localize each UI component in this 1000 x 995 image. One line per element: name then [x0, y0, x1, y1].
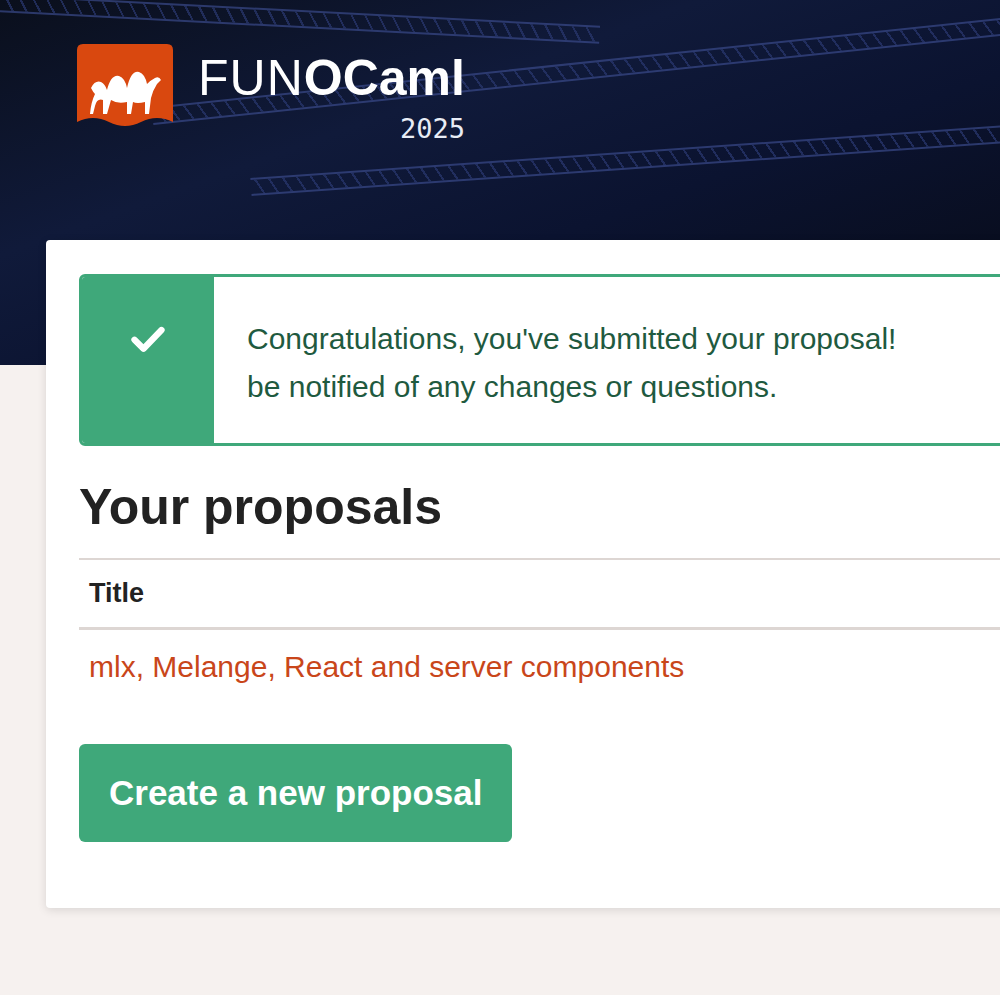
header: FUNOCaml 2025: [0, 0, 1000, 162]
page: FUNOCaml 2025 Congratulations, you've subm…: [0, 0, 1000, 995]
brand-title: FUNOCaml: [198, 50, 465, 106]
brand-prefix: FUN: [198, 50, 304, 106]
create-proposal-button[interactable]: Create a new proposal: [79, 744, 512, 842]
camel-logo-icon[interactable]: [77, 44, 173, 128]
check-icon: [130, 321, 166, 357]
table-row: mlx, Melange, React and server component…: [79, 629, 1000, 705]
brand: FUNOCaml 2025: [198, 44, 465, 146]
proposals-table: Titlemlx, Melange, React and server comp…: [79, 558, 1000, 704]
alert-message: Congratulations, you've submitted your p…: [214, 277, 896, 443]
brand-name: OCaml: [304, 50, 465, 106]
table-header-row: Title: [79, 559, 1000, 629]
success-alert: Congratulations, you've submitted your p…: [79, 274, 1000, 446]
proposal-link[interactable]: mlx, Melange, React and server component…: [79, 629, 1000, 705]
alert-icon-panel: [82, 277, 214, 443]
section-heading: Your proposals: [79, 476, 1000, 538]
alert-line: Congratulations, you've submitted your p…: [247, 315, 896, 363]
brand-year: 2025: [400, 112, 465, 146]
proposals-card: Congratulations, you've submitted your p…: [46, 240, 1000, 908]
alert-line: be notified of any changes or questions.: [247, 363, 896, 411]
column-header: Title: [79, 559, 1000, 629]
